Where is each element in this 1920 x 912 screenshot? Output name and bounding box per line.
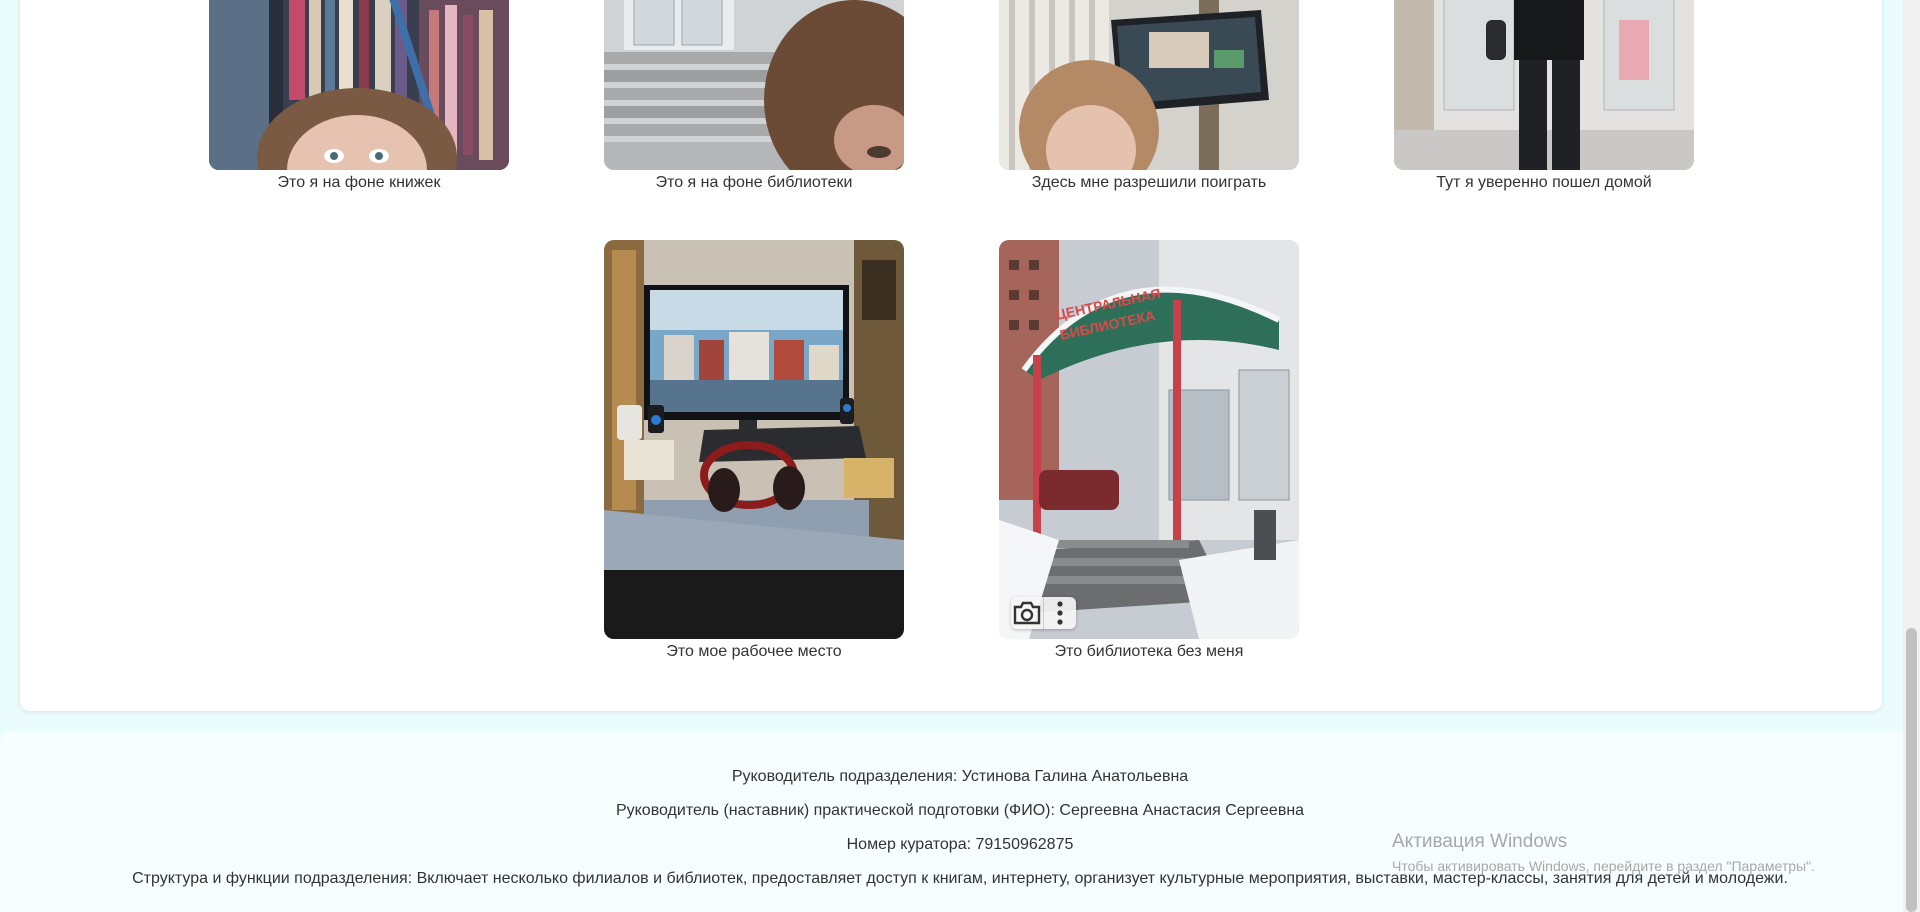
caption-workplace: Это мое рабочее место bbox=[666, 643, 842, 660]
caption-library-exterior: Это библиотека без меня bbox=[1054, 643, 1244, 660]
footer-mentor: Руководитель (наставник) практической по… bbox=[615, 802, 1305, 819]
gallery-item-going-home[interactable]: Тут я уверенно пошел домой bbox=[1394, 0, 1694, 192]
windows-activation-watermark: Активация Windows Чтобы активировать Win… bbox=[1392, 830, 1815, 876]
caption-library-front: Это я на фоне библиотеки bbox=[655, 174, 853, 191]
windows-activation-subtitle: Чтобы активировать Windows, перейдите в … bbox=[1392, 858, 1815, 874]
photo-books[interactable] bbox=[209, 0, 509, 170]
footer-head: Руководитель подразделения: Устинова Гал… bbox=[731, 768, 1189, 785]
page-footer: Руководитель подразделения: Устинова Гал… bbox=[0, 732, 1920, 912]
caption-game: Здесь мне разрешили поиграть bbox=[1031, 174, 1267, 191]
photo-workplace[interactable] bbox=[604, 240, 904, 639]
vertical-scrollbar[interactable] bbox=[1903, 0, 1920, 912]
gallery-item-game[interactable]: Здесь мне разрешили поиграть bbox=[999, 0, 1299, 192]
gallery-item-library-front[interactable]: Это я на фоне библиотеки bbox=[604, 0, 904, 192]
scrollbar-thumb[interactable] bbox=[1906, 628, 1917, 912]
gallery-item-workplace[interactable]: Это мое рабочее место bbox=[604, 240, 904, 661]
photo-game[interactable] bbox=[999, 0, 1299, 170]
photo-library-exterior[interactable]: ЦЕНТРАЛЬНАЯ БИБЛИОТЕКА bbox=[999, 240, 1299, 639]
caption-books: Это я на фоне книжек bbox=[277, 174, 441, 191]
photo-library-front[interactable] bbox=[604, 0, 904, 170]
gallery-item-library-exterior[interactable]: ЦЕНТРАЛЬНАЯ БИБЛИОТЕКА Это библиотека бе… bbox=[999, 240, 1299, 661]
camera-icon[interactable] bbox=[1011, 597, 1043, 629]
windows-activation-title: Активация Windows bbox=[1392, 831, 1568, 852]
image-overlay-toolbar bbox=[1011, 597, 1076, 629]
photo-going-home[interactable] bbox=[1394, 0, 1694, 170]
gallery-item-books[interactable]: Это я на фоне книжек bbox=[209, 0, 509, 192]
more-vertical-icon[interactable] bbox=[1043, 597, 1076, 629]
caption-going-home: Тут я уверенно пошел домой bbox=[1436, 174, 1652, 191]
